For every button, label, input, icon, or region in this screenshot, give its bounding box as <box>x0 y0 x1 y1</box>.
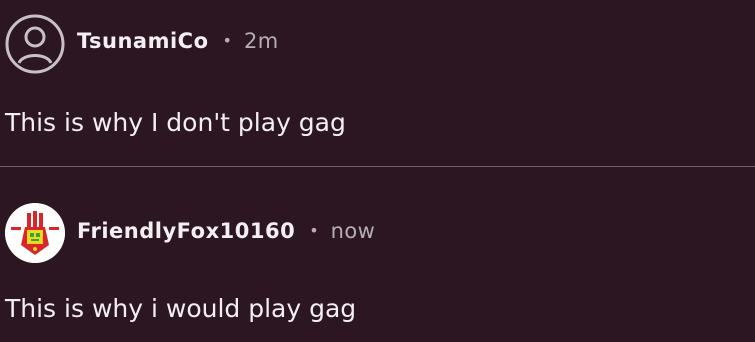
separator-dot: • <box>222 31 232 50</box>
username[interactable]: FriendlyFox10160 <box>77 219 295 243</box>
username[interactable]: TsunamiCo <box>77 29 209 53</box>
timestamp: now <box>330 219 376 243</box>
comment: TsunamiCo • 2m This is why I don't play … <box>0 0 755 166</box>
avatar[interactable] <box>5 203 65 263</box>
comment-meta: TsunamiCo • 2m <box>77 29 279 53</box>
comment-text: This is why I don't play gag <box>5 108 346 137</box>
comment-text: This is why i would play gag <box>5 294 357 323</box>
default-user-avatar-icon <box>5 14 65 74</box>
timestamp: 2m <box>243 29 279 53</box>
custom-robot-avatar-icon <box>5 203 65 263</box>
avatar[interactable] <box>5 14 65 74</box>
separator-dot: • <box>309 221 319 240</box>
comment-meta: FriendlyFox10160 • now <box>77 219 375 243</box>
comment: FriendlyFox10160 • now This is why i wou… <box>0 167 755 342</box>
